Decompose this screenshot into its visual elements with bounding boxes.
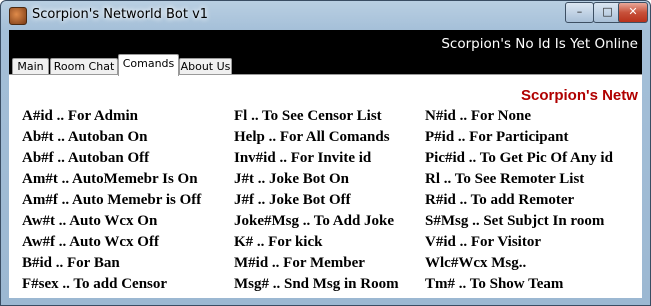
command-item: Tm# .. To Show Team bbox=[425, 276, 564, 292]
tab-room-chat[interactable]: Room Chat bbox=[50, 58, 118, 75]
commands-column-3: N#id .. For None P#id .. For Participant… bbox=[425, 106, 613, 295]
command-item: Am#f .. Auto Memebr is Off bbox=[22, 192, 202, 208]
window-title: Scorpion's Networld Bot v1 bbox=[32, 7, 209, 22]
tab-comands[interactable]: Comands bbox=[118, 54, 179, 76]
command-item: Aw#t .. Auto Wcx On bbox=[22, 213, 158, 229]
command-item: Ab#f .. Autoban Off bbox=[22, 150, 150, 166]
online-status: Scorpion's No Id Is Yet Online bbox=[441, 36, 638, 52]
command-item: S#Msg .. Set Subjct In room bbox=[425, 213, 605, 229]
command-item: J#f .. Joke Bot Off bbox=[234, 192, 351, 208]
command-item: Ab#t .. Autoban On bbox=[22, 129, 148, 145]
command-item: B#id .. For Ban bbox=[22, 255, 120, 271]
app-window: Scorpion's Networld Bot v1 – □ ✕ Scorpio… bbox=[0, 0, 651, 306]
command-item: Rl .. To See Remoter List bbox=[425, 171, 585, 187]
minimize-icon: – bbox=[576, 5, 583, 18]
command-item: Joke#Msg .. To Add Joke bbox=[234, 213, 395, 229]
command-item: F#sex .. To add Censor bbox=[22, 276, 168, 292]
command-item: N#id .. For None bbox=[425, 108, 531, 124]
command-item: V#id .. For Visitor bbox=[425, 234, 541, 250]
command-item: Pic#id .. To Get Pic Of Any id bbox=[425, 150, 613, 166]
command-item: P#id .. For Participant bbox=[425, 129, 569, 145]
command-item: Aw#f .. Auto Wcx Off bbox=[22, 234, 159, 250]
command-item: Fl .. To See Censor List bbox=[234, 108, 382, 124]
title-bar[interactable]: Scorpion's Networld Bot v1 – □ ✕ bbox=[1, 1, 650, 29]
commands-column-1: A#id .. For Admin Ab#t .. Autoban On Ab#… bbox=[22, 106, 201, 295]
command-item: R#id .. To add Remoter bbox=[425, 192, 575, 208]
maximize-icon: □ bbox=[602, 5, 613, 18]
command-item: K# .. For kick bbox=[234, 234, 323, 250]
minimize-button[interactable]: – bbox=[565, 2, 594, 23]
command-item: Wlc#Wcx Msg.. bbox=[425, 255, 527, 271]
close-button[interactable]: ✕ bbox=[618, 2, 648, 23]
client-area: Scorpion's No Id Is Yet Online Main Room… bbox=[9, 30, 642, 298]
commands-column-2: Fl .. To See Censor List Help .. For All… bbox=[234, 106, 399, 295]
command-item: J#t .. Joke Bot On bbox=[234, 171, 350, 187]
tab-about-us[interactable]: About Us bbox=[179, 58, 232, 75]
close-icon: ✕ bbox=[628, 5, 638, 18]
command-item: Am#t .. AutoMemebr Is On bbox=[22, 171, 198, 187]
command-item: Help .. For All Comands bbox=[234, 129, 390, 145]
command-item: Inv#id .. For Invite id bbox=[234, 150, 372, 166]
commands-panel: Scorpion's Netw A#id .. For Admin Ab#t .… bbox=[9, 74, 642, 298]
command-item: M#id .. For Member bbox=[234, 255, 365, 271]
command-item: Msg# .. Snd Msg in Room bbox=[234, 276, 399, 292]
commands-banner: Scorpion's Netw bbox=[521, 87, 638, 104]
app-icon bbox=[9, 7, 27, 25]
tab-main[interactable]: Main bbox=[12, 58, 49, 75]
command-item: A#id .. For Admin bbox=[22, 108, 138, 124]
